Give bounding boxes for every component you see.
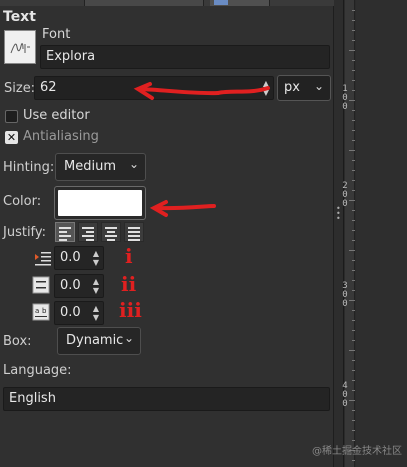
- ruler-tick: [352, 440, 355, 441]
- ruler-tick: [349, 150, 355, 151]
- ruler-tick: [349, 400, 355, 401]
- ruler-tick: [352, 160, 355, 161]
- arrow-annotation-color: [149, 200, 216, 217]
- ruler-mark-label: 100: [342, 84, 348, 112]
- ruler-tick: [352, 420, 355, 421]
- ruler-tick: [352, 430, 355, 431]
- ruler-tick: [352, 170, 355, 171]
- ruler-tick: [352, 90, 355, 91]
- ruler-tick: [352, 70, 355, 71]
- ruler-tick: [352, 410, 355, 411]
- ruler-tick: [352, 460, 355, 461]
- ruler-tick: [352, 330, 355, 331]
- ruler-tick: [352, 120, 355, 121]
- annotation-numeral-iii: iii: [119, 298, 142, 322]
- ruler-tick: [352, 340, 355, 341]
- ruler-tick: [352, 130, 355, 131]
- ruler-tick: [349, 350, 355, 351]
- ruler-tick: [352, 10, 355, 11]
- ruler-tick: [352, 290, 355, 291]
- annotation-numeral-ii: ii: [121, 272, 137, 296]
- ruler-tick: [352, 220, 355, 221]
- ruler-tick: [352, 190, 355, 191]
- ruler-tick: [352, 360, 355, 361]
- ruler-tick: [352, 380, 355, 381]
- ruler-tick: [352, 230, 355, 231]
- ruler-tick: [352, 320, 355, 321]
- ruler-tick: [349, 250, 355, 251]
- ruler-tick: [352, 240, 355, 241]
- ruler-tick: [349, 50, 355, 51]
- watermark: @稀土掘金技术社区: [312, 446, 402, 457]
- ruler-tick: [352, 60, 355, 61]
- ruler-tick: [352, 110, 355, 111]
- ruler-tick: [352, 270, 355, 271]
- image-canvas[interactable]: [356, 0, 407, 467]
- ruler-tick: [352, 260, 355, 261]
- ruler-mark-label: 200: [342, 181, 348, 209]
- ruler-tick: [349, 300, 355, 301]
- ruler-mark-label: 400: [342, 381, 348, 409]
- ruler-tick: [352, 390, 355, 391]
- annotation-numeral-i: i: [125, 244, 133, 268]
- ruler-tick: [352, 180, 355, 181]
- arrow-annotation-size: [133, 82, 270, 100]
- ruler-tick: [352, 40, 355, 41]
- annotation-overlay: [133, 82, 270, 217]
- ruler-tick: [349, 200, 355, 201]
- ruler-tick: [352, 140, 355, 141]
- ruler-tick: [349, 100, 355, 101]
- ruler-tick: [352, 310, 355, 311]
- ruler-tick: [352, 30, 355, 31]
- ruler-tick: [352, 210, 355, 211]
- ruler-tick: [352, 280, 355, 281]
- ruler-mark-label: 300: [342, 281, 348, 309]
- ruler-tick: [352, 80, 355, 81]
- ruler-tick: [352, 370, 355, 371]
- ruler-tick: [352, 20, 355, 21]
